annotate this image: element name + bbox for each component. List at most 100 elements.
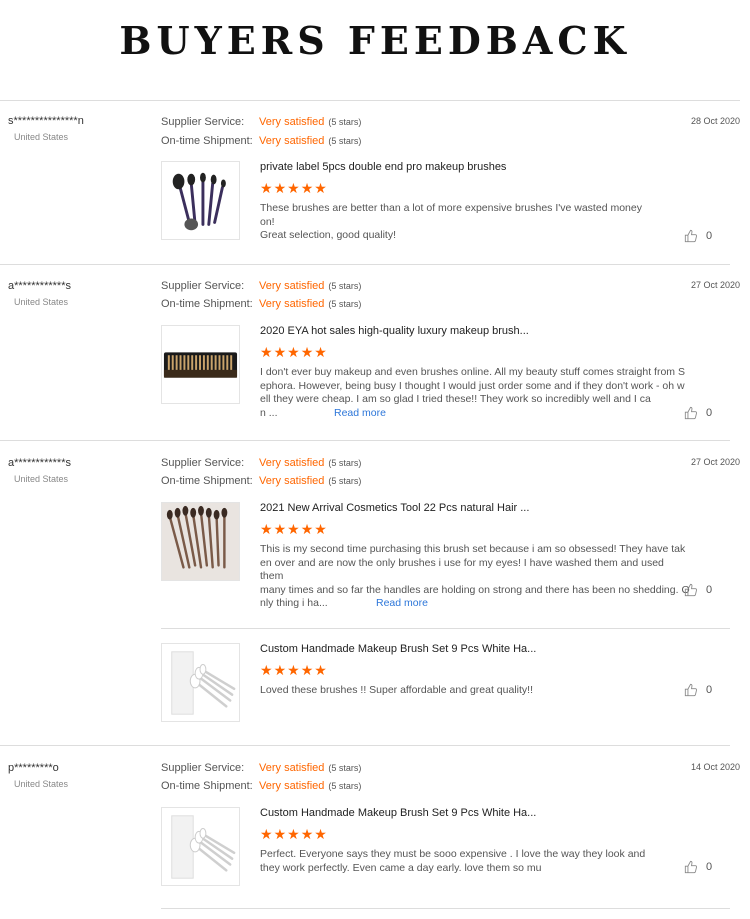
supplier-service-value: Very satisfied bbox=[259, 762, 325, 774]
product-title-link[interactable]: 2020 EYA hot sales high-quality luxury m… bbox=[260, 325, 529, 337]
brush-set-image bbox=[162, 503, 239, 580]
review-text-line: they work perfectly. Even came a day ear… bbox=[260, 861, 542, 874]
star-icon: ★ bbox=[314, 521, 327, 537]
brush-set-image bbox=[162, 808, 239, 885]
shipment-label: On-time Shipment: bbox=[161, 135, 253, 147]
supplier-service-stars: (5 stars) bbox=[328, 117, 362, 127]
read-more-link[interactable]: Read more bbox=[334, 407, 386, 419]
review-text: Loved these brushes !! Super affordable … bbox=[260, 684, 690, 698]
product-title-link[interactable]: Custom Handmade Makeup Brush Set 9 Pcs W… bbox=[260, 643, 536, 655]
thumbs-up-icon bbox=[684, 583, 697, 597]
title-divider bbox=[0, 100, 740, 101]
review-text-truncated: nly thing i ha... bbox=[260, 597, 328, 609]
shipment-label: On-time Shipment: bbox=[161, 298, 253, 310]
star-icon: ★ bbox=[314, 662, 327, 678]
like-button[interactable]: 0 bbox=[684, 860, 712, 874]
star-icon: ★ bbox=[260, 180, 273, 196]
star-icon: ★ bbox=[287, 521, 300, 537]
buyer-name: p*********o bbox=[8, 762, 59, 774]
shipment-row: On-time Shipment: Very satisfied (5 stars) bbox=[161, 298, 361, 310]
supplier-service-value: Very satisfied bbox=[259, 457, 325, 469]
product-thumbnail[interactable] bbox=[161, 807, 240, 886]
product-thumbnail[interactable] bbox=[161, 325, 240, 404]
star-icon: ★ bbox=[273, 826, 287, 842]
shipment-stars: (5 stars) bbox=[328, 299, 362, 309]
star-icon: ★ bbox=[287, 662, 300, 678]
like-button[interactable]: 0 bbox=[684, 583, 712, 597]
review-date: 27 Oct 2020 bbox=[690, 457, 740, 467]
star-icon: ★ bbox=[260, 826, 273, 842]
buyer-country: United States bbox=[14, 474, 69, 484]
review-text-line: n ... Read more bbox=[260, 407, 690, 421]
supplier-service-label: Supplier Service: bbox=[161, 116, 245, 128]
product-title-link[interactable]: 2021 New Arrival Cosmetics Tool 22 Pcs n… bbox=[260, 502, 529, 514]
supplier-service-label: Supplier Service: bbox=[161, 280, 245, 292]
like-count: 0 bbox=[706, 407, 713, 419]
review-text: Perfect. Everyone says they must be sooo… bbox=[260, 848, 690, 875]
like-button[interactable]: 0 bbox=[684, 229, 712, 243]
review-text-line: Perfect. Everyone says they must be sooo… bbox=[260, 848, 646, 860]
review-divider bbox=[0, 745, 730, 746]
shipment-value: Very satisfied bbox=[259, 475, 325, 487]
shipment-value: Very satisfied bbox=[259, 135, 325, 147]
review-text-line: Loved these brushes !! Super affordable … bbox=[260, 684, 533, 696]
brush-set-image bbox=[162, 644, 239, 721]
shipment-stars: (5 stars) bbox=[328, 476, 362, 486]
product-title-link[interactable]: private label 5pcs double end pro makeup… bbox=[260, 161, 506, 173]
buyer-name: s***************n bbox=[8, 115, 84, 127]
buyer-name: a************s bbox=[8, 280, 71, 292]
supplier-service-stars: (5 stars) bbox=[328, 763, 362, 773]
shipment-stars: (5 stars) bbox=[328, 781, 362, 791]
star-icon: ★ bbox=[287, 180, 300, 196]
star-icon: ★ bbox=[300, 826, 314, 842]
review-text-line: I don't ever buy makeup and even brushes… bbox=[260, 366, 685, 378]
star-icon: ★ bbox=[273, 344, 287, 360]
star-icon: ★ bbox=[287, 344, 300, 360]
shipment-row: On-time Shipment: Very satisfied (5 stars) bbox=[161, 780, 361, 792]
shipment-value: Very satisfied bbox=[259, 298, 325, 310]
review-text-truncated: n ... bbox=[260, 406, 278, 419]
product-thumbnail[interactable] bbox=[161, 643, 240, 722]
star-icon: ★ bbox=[273, 662, 287, 678]
star-icon: ★ bbox=[273, 180, 287, 196]
star-icon: ★ bbox=[273, 521, 287, 537]
supplier-service-stars: (5 stars) bbox=[328, 458, 362, 468]
review-date: 27 Oct 2020 bbox=[690, 280, 740, 290]
buyer-country: United States bbox=[14, 297, 69, 307]
star-icon: ★ bbox=[300, 521, 314, 537]
star-icon: ★ bbox=[300, 180, 314, 196]
product-title-link[interactable]: Custom Handmade Makeup Brush Set 9 Pcs W… bbox=[260, 807, 536, 819]
page-title: BUYERS FEEDBACK bbox=[119, 18, 631, 63]
like-button[interactable]: 0 bbox=[684, 683, 712, 697]
like-count: 0 bbox=[706, 861, 713, 873]
review-text-line: Great selection, good quality! bbox=[260, 229, 396, 241]
rating-stars: ★ ★ ★ ★ ★ bbox=[260, 345, 327, 359]
review-text: These brushes are better than a lot of m… bbox=[260, 202, 690, 243]
star-icon: ★ bbox=[300, 344, 314, 360]
product-thumbnail[interactable] bbox=[161, 161, 240, 240]
review-text-line: many times and so far the handles are ho… bbox=[260, 583, 690, 596]
buyer-country: United States bbox=[14, 132, 69, 142]
like-button[interactable]: 0 bbox=[684, 406, 712, 420]
rating-stars: ★ ★ ★ ★ ★ bbox=[260, 522, 327, 536]
like-count: 0 bbox=[706, 684, 713, 696]
review-text-line: These brushes are better than a lot of m… bbox=[260, 202, 642, 214]
review-text-line: on! bbox=[260, 215, 275, 228]
rating-stars: ★ ★ ★ ★ ★ bbox=[260, 827, 327, 841]
shipment-row: On-time Shipment: Very satisfied (5 stars) bbox=[161, 475, 361, 487]
shipment-label: On-time Shipment: bbox=[161, 780, 253, 792]
star-icon: ★ bbox=[314, 826, 327, 842]
review-text-line: This is my second time purchasing this b… bbox=[260, 543, 686, 555]
like-count: 0 bbox=[706, 230, 713, 242]
review-text-line: nly thing i ha... Read more bbox=[260, 597, 690, 611]
thumbs-up-icon bbox=[684, 229, 697, 243]
rating-stars: ★ ★ ★ ★ ★ bbox=[260, 663, 327, 677]
supplier-service-row: Supplier Service: Very satisfied (5 stars) bbox=[161, 762, 361, 774]
brush-set-image bbox=[162, 326, 239, 403]
product-thumbnail[interactable] bbox=[161, 502, 240, 581]
thumbs-up-icon bbox=[684, 683, 697, 697]
read-more-link[interactable]: Read more bbox=[376, 597, 428, 609]
supplier-service-stars: (5 stars) bbox=[328, 281, 362, 291]
shipment-value: Very satisfied bbox=[259, 780, 325, 792]
buyer-name: a************s bbox=[8, 457, 71, 469]
